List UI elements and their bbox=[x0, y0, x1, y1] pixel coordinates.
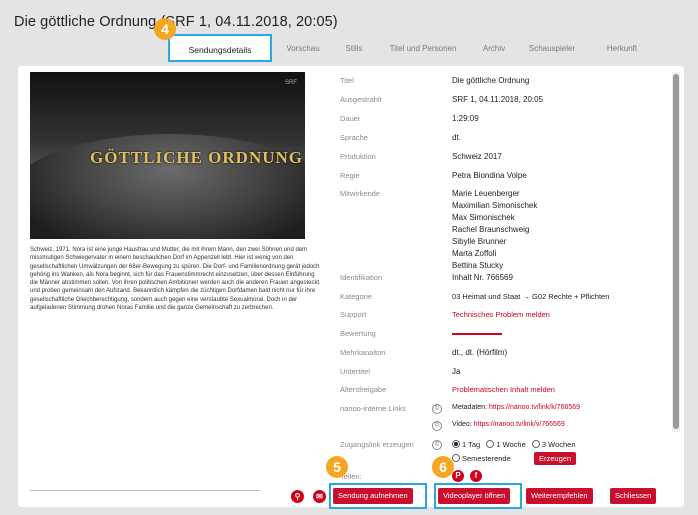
callout-5: 5 bbox=[326, 456, 348, 478]
radio-1-tag[interactable] bbox=[452, 440, 460, 449]
video-preview[interactable]: GÖTTLICHE ORDNUNG SRF bbox=[30, 72, 305, 239]
tab-titel-personen[interactable]: Titel und Personen bbox=[380, 38, 466, 60]
tab-sendungsdetails[interactable]: Sendungsdetails bbox=[168, 34, 272, 62]
message-icon[interactable]: ✉ bbox=[313, 490, 326, 503]
label-regie: Regie bbox=[340, 171, 360, 180]
option-1-tag: 1 Tag bbox=[462, 440, 481, 449]
label-untertitel: Untertitel bbox=[340, 367, 371, 376]
cast-member: Bettina Stucky bbox=[452, 261, 504, 270]
search-icon[interactable]: ⚲ bbox=[291, 490, 304, 503]
option-1-woche: 1 Woche bbox=[496, 440, 526, 449]
value-regie: Petra Biondina Volpe bbox=[452, 171, 527, 180]
copy-icon[interactable]: © bbox=[432, 421, 442, 431]
value-mehrkanalton: dt., dt. (Hörfilm) bbox=[452, 348, 508, 357]
label-ausgestrahlt: Ausgestrahlt bbox=[340, 95, 382, 104]
metadata-link[interactable]: https://nanoo.tv/link/k/766569 bbox=[489, 404, 580, 411]
callout-4: 4 bbox=[154, 18, 176, 40]
label-identifikation: Identifikation bbox=[340, 273, 383, 282]
label-kategorie: Kategorie bbox=[340, 292, 373, 301]
video-title-overlay: GÖTTLICHE ORDNUNG bbox=[90, 148, 303, 167]
video-prefix: Video: bbox=[452, 421, 474, 428]
option-3-wochen: 3 Wochen bbox=[541, 440, 576, 449]
close-button[interactable]: Schliessen bbox=[610, 488, 657, 504]
highlight-record bbox=[329, 483, 427, 509]
label-mehrkanalton: Mehrkanalton bbox=[340, 348, 386, 357]
scrollbar-thumb[interactable] bbox=[673, 74, 679, 429]
value-untertitel: Ja bbox=[452, 367, 461, 376]
copy-icon[interactable]: © bbox=[432, 404, 442, 414]
video-link[interactable]: https://nanoo.tv/link/v/766569 bbox=[474, 421, 565, 428]
tab-vorschau[interactable]: Vorschau bbox=[278, 38, 328, 60]
tab-archiv[interactable]: Archiv bbox=[474, 38, 514, 60]
label-titel: Titel bbox=[340, 76, 354, 85]
video-badge: SRF bbox=[285, 80, 297, 86]
value-kategorie: 03 Heimat und Staat → G02 Rechte + Pflic… bbox=[452, 292, 610, 301]
facebook-icon[interactable]: f bbox=[470, 470, 482, 482]
label-bewertung: Bewertung bbox=[340, 329, 376, 338]
report-problem-link[interactable]: Technisches Problem melden bbox=[452, 310, 550, 319]
radio-1-woche[interactable] bbox=[486, 440, 495, 449]
cast-member: Rachel Braunschweig bbox=[452, 225, 530, 234]
callout-6: 6 bbox=[432, 456, 454, 478]
metadata-link-row: Metadaten: https://nanoo.tv/link/k/76656… bbox=[452, 404, 580, 411]
tab-schauspieler[interactable]: Schauspieler bbox=[522, 38, 582, 60]
value-dauer: 1:29:09 bbox=[452, 114, 479, 123]
semester-option: Semesterende bbox=[452, 454, 511, 463]
pinterest-icon[interactable]: P bbox=[452, 470, 464, 482]
label-mitwirkende: Mitwirkende bbox=[340, 189, 381, 198]
duration-options: 1 Tag 1 Woche 3 Wochen bbox=[452, 440, 576, 449]
label-altersfreigabe: Altersfreigabe bbox=[340, 385, 387, 394]
cast-member: Sibylle Brunner bbox=[452, 237, 507, 246]
description-text: Schweiz, 1971. Nora ist eine junge Hausf… bbox=[30, 247, 320, 312]
value-ausgestrahlt: SRF 1, 04.11.2018, 20:05 bbox=[452, 95, 544, 104]
value-titel: Die göttliche Ordnung bbox=[452, 76, 530, 85]
value-sprache: dt. bbox=[452, 133, 461, 142]
generate-button[interactable]: Erzeugen bbox=[534, 452, 577, 465]
radio-3-wochen[interactable] bbox=[531, 440, 540, 449]
option-semesterende: Semesterende bbox=[462, 454, 511, 463]
cast-member: Marie Leuenberger bbox=[452, 189, 520, 198]
cast-member: Maximilian Simonischek bbox=[452, 201, 538, 210]
label-links: nanoo-interne Links bbox=[340, 404, 406, 413]
metadata-prefix: Metadaten: bbox=[452, 404, 489, 411]
cast-member: Marta Zoffoli bbox=[452, 249, 497, 258]
value-produktion: Schweiz 2017 bbox=[452, 152, 502, 161]
label-support: Support bbox=[340, 310, 367, 319]
divider bbox=[30, 490, 260, 491]
tab-stills[interactable]: Stills bbox=[336, 38, 372, 60]
rating-bar[interactable] bbox=[452, 333, 502, 335]
label-dauer: Dauer bbox=[340, 114, 361, 123]
copy-icon[interactable]: © bbox=[432, 440, 442, 450]
recommend-button[interactable]: Weiterempfehlen bbox=[526, 488, 593, 504]
tab-herkunft[interactable]: Herkunft bbox=[592, 38, 652, 60]
video-link-row: Video: https://nanoo.tv/link/v/766569 bbox=[452, 421, 565, 428]
value-identifikation: Inhalt Nr. 766569 bbox=[452, 273, 513, 282]
report-content-link[interactable]: Problematischen Inhalt melden bbox=[452, 385, 555, 394]
highlight-player bbox=[434, 483, 522, 509]
label-sprache: Sprache bbox=[340, 133, 368, 142]
label-produktion: Produktion bbox=[340, 152, 376, 161]
radio-semesterende[interactable] bbox=[452, 454, 460, 463]
label-zugangslink: Zugangslink erzeugen bbox=[340, 440, 414, 449]
scrollbar[interactable] bbox=[672, 72, 680, 432]
cast-member: Max Simonischek bbox=[452, 213, 515, 222]
